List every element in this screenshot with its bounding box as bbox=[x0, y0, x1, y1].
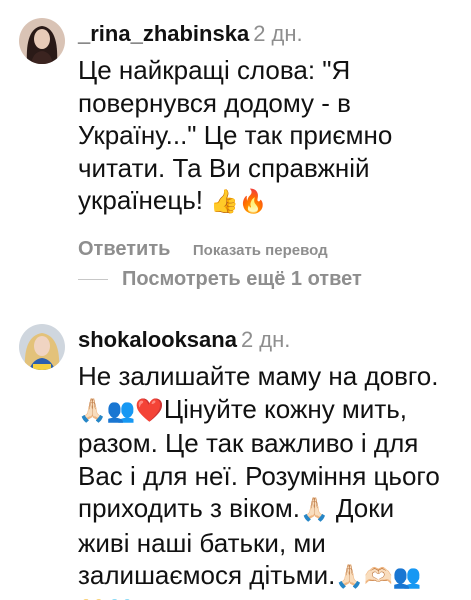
comment-age: 2 дн. bbox=[240, 327, 291, 352]
emoji-thumbs-up-fire: 👍🔥 bbox=[210, 189, 268, 215]
avatar-woman-blonde-icon bbox=[19, 324, 65, 370]
reply-button[interactable]: Ответить bbox=[78, 238, 170, 260]
view-more-replies-button[interactable]: Посмотреть ещё 1 ответ bbox=[78, 265, 362, 293]
comments-page: _rina_zhabinska 2 дн. Це найкращі слова: … bbox=[0, 0, 471, 600]
comment-text: Не залишайте маму на довго. 🙏🏻👥❤️Цінуйте… bbox=[78, 360, 458, 600]
view-more-replies-label[interactable]: Посмотреть ещё 1 ответ bbox=[122, 268, 362, 290]
emoji-pray: 🙏🏻 bbox=[300, 497, 329, 523]
username[interactable]: shokalooksana bbox=[78, 327, 237, 352]
avatar[interactable] bbox=[19, 18, 65, 64]
avatar[interactable] bbox=[19, 324, 65, 370]
comment-text: Це найкращі слова: "Я повернувся додому … bbox=[78, 54, 458, 219]
avatar-woman-dark-hair-icon bbox=[19, 18, 65, 64]
comment-text-part: Не залишайте маму на довго. bbox=[78, 361, 439, 391]
show-translation-button[interactable]: Показать перевод bbox=[193, 242, 328, 259]
comment-age: 2 дн. bbox=[253, 21, 303, 46]
emoji-pray-people-heart: 🙏🏻👥❤️ bbox=[78, 397, 164, 424]
username[interactable]: _rina_zhabinska bbox=[78, 21, 249, 46]
replies-divider-line bbox=[78, 278, 108, 280]
